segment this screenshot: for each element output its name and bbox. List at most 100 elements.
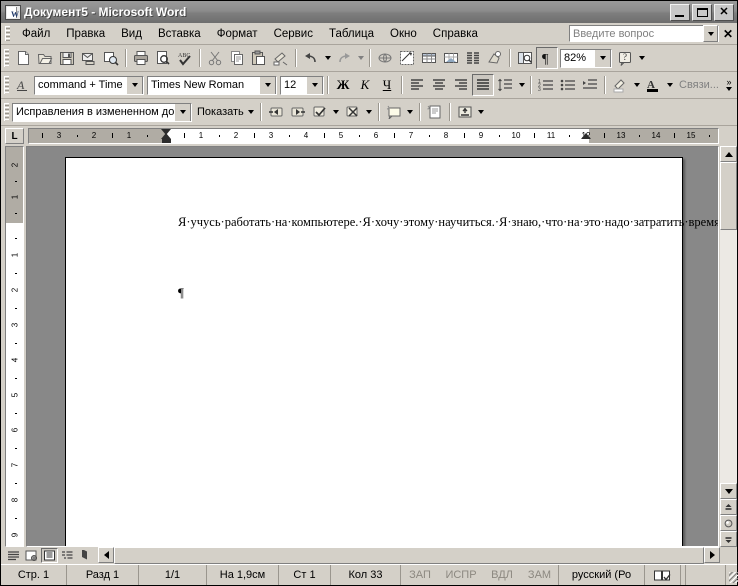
tables-and-borders-icon[interactable] bbox=[396, 47, 418, 69]
new-comment-icon[interactable] bbox=[383, 101, 405, 123]
maximize-button[interactable] bbox=[692, 3, 712, 21]
next-change-icon[interactable] bbox=[287, 101, 309, 123]
scroll-right-button[interactable] bbox=[704, 547, 720, 563]
format-painter-icon[interactable] bbox=[270, 47, 292, 69]
document-paragraph[interactable]: Я·учусь·работать·на·компьютере.·Я·хочу·э… bbox=[178, 213, 718, 231]
styles-and-formatting-icon[interactable]: A bbox=[12, 74, 34, 96]
menu-help[interactable]: Справка bbox=[425, 26, 486, 42]
reject-change-dropdown-icon[interactable] bbox=[364, 101, 375, 123]
status-language[interactable]: русский (Ро bbox=[559, 565, 645, 585]
open-folder-icon[interactable] bbox=[34, 47, 56, 69]
normal-view-icon[interactable] bbox=[5, 548, 22, 563]
columns-icon[interactable] bbox=[462, 47, 484, 69]
select-browse-object-icon[interactable] bbox=[720, 515, 737, 531]
previous-change-icon[interactable] bbox=[265, 101, 287, 123]
empty-paragraph-mark[interactable]: ¶ bbox=[178, 285, 184, 301]
font-name-combo[interactable]: Times New Roman bbox=[147, 75, 277, 95]
previous-page-icon[interactable] bbox=[720, 499, 737, 515]
numbered-list-icon[interactable]: 123 bbox=[535, 74, 557, 96]
search-icon[interactable] bbox=[100, 47, 122, 69]
toolbar-options-icon[interactable] bbox=[636, 47, 647, 69]
insert-excel-sheet-icon[interactable] bbox=[440, 47, 462, 69]
cut-scissors-icon[interactable] bbox=[204, 47, 226, 69]
show-menu-button[interactable]: Показать bbox=[194, 102, 257, 122]
horizontal-scrollbar[interactable] bbox=[98, 547, 720, 564]
ask-a-question-box[interactable]: Введите вопрос bbox=[569, 25, 719, 42]
menu-table[interactable]: Таблица bbox=[321, 26, 382, 42]
spelling-check-icon[interactable]: ABC bbox=[174, 47, 196, 69]
ask-a-question-dropdown-icon[interactable] bbox=[703, 25, 718, 42]
paste-clipboard-icon[interactable] bbox=[248, 47, 270, 69]
scroll-up-button[interactable] bbox=[720, 146, 737, 162]
underline-button[interactable]: Ч bbox=[376, 74, 398, 96]
accept-change-icon[interactable] bbox=[309, 101, 331, 123]
left-indent-marker[interactable] bbox=[162, 139, 171, 143]
increase-indent-icon[interactable] bbox=[579, 74, 601, 96]
insert-table-icon[interactable] bbox=[418, 47, 440, 69]
vertical-scroll-track[interactable] bbox=[720, 162, 737, 483]
accept-change-dropdown-icon[interactable] bbox=[331, 101, 342, 123]
help-icon[interactable]: ? bbox=[614, 47, 636, 69]
font-size-combo[interactable]: 12 bbox=[280, 75, 324, 95]
right-indent-marker[interactable] bbox=[581, 133, 591, 139]
horizontal-scroll-thumb[interactable] bbox=[114, 547, 704, 564]
track-changes-icon[interactable] bbox=[454, 101, 476, 123]
save-disk-icon[interactable] bbox=[56, 47, 78, 69]
redo-dropdown-icon[interactable] bbox=[355, 47, 366, 69]
reviewing-pane-icon[interactable] bbox=[424, 101, 446, 123]
print-layout-view-icon[interactable] bbox=[41, 548, 58, 563]
menu-edit[interactable]: Правка bbox=[58, 26, 113, 42]
menu-tools[interactable]: Сервис bbox=[266, 26, 321, 42]
spelling-status-icon[interactable] bbox=[645, 565, 681, 585]
reject-change-icon[interactable] bbox=[342, 101, 364, 123]
align-justify-icon[interactable] bbox=[472, 74, 494, 96]
minimize-button[interactable] bbox=[670, 3, 690, 21]
align-center-icon[interactable] bbox=[428, 74, 450, 96]
copy-icon[interactable] bbox=[226, 47, 248, 69]
bold-button[interactable]: Ж bbox=[332, 74, 354, 96]
document-page[interactable]: Я·учусь·работать·на·компьютере.·Я·хочу·э… bbox=[65, 157, 718, 546]
status-rec[interactable]: ЗАП bbox=[401, 565, 439, 585]
line-spacing-dropdown-icon[interactable] bbox=[516, 74, 527, 96]
close-button[interactable]: ✕ bbox=[714, 3, 734, 21]
align-right-icon[interactable] bbox=[450, 74, 472, 96]
font-size-dropdown-icon[interactable] bbox=[306, 76, 323, 94]
status-ext[interactable]: ВДЛ bbox=[483, 565, 521, 585]
italic-button[interactable]: К bbox=[354, 74, 376, 96]
horizontal-ruler[interactable]: 3 2 1 1 2 3 4 5 6 7 8 9 10 11 12 13 14 1… bbox=[28, 128, 719, 144]
display-for-review-combo[interactable]: Исправления в измененном документе bbox=[12, 102, 192, 122]
outline-view-icon[interactable] bbox=[59, 548, 76, 563]
new-comment-dropdown-icon[interactable] bbox=[405, 101, 416, 123]
print-preview-icon[interactable] bbox=[152, 47, 174, 69]
menu-window[interactable]: Окно bbox=[382, 26, 425, 42]
tab-stop-selector[interactable]: L bbox=[5, 128, 24, 144]
email-icon[interactable] bbox=[78, 47, 100, 69]
font-color-dropdown-icon[interactable] bbox=[664, 74, 675, 96]
scroll-left-button[interactable] bbox=[98, 547, 114, 563]
document-map-icon[interactable] bbox=[514, 47, 536, 69]
undo-dropdown-icon[interactable] bbox=[322, 47, 333, 69]
vertical-scrollbar[interactable] bbox=[719, 146, 737, 547]
zoom-dropdown-icon[interactable] bbox=[594, 49, 611, 67]
horizontal-scroll-track[interactable] bbox=[114, 547, 704, 564]
show-formatting-marks-icon[interactable]: ¶ bbox=[536, 47, 558, 69]
standard-toolbar-grip[interactable] bbox=[4, 49, 9, 67]
reading-layout-view-icon[interactable] bbox=[77, 548, 94, 563]
close-document-button[interactable]: ✕ bbox=[719, 27, 737, 41]
bulleted-list-icon[interactable] bbox=[557, 74, 579, 96]
hyperlink-icon[interactable] bbox=[374, 47, 396, 69]
track-changes-dropdown-icon[interactable] bbox=[476, 101, 487, 123]
vertical-ruler[interactable]: 2 1 1 2 3 4 5 6 7 8 9 bbox=[5, 146, 24, 547]
font-color-icon[interactable]: A bbox=[642, 74, 664, 96]
toolbar-overflow-icon[interactable]: » bbox=[723, 78, 735, 91]
style-dropdown-icon[interactable] bbox=[126, 76, 143, 94]
status-trk[interactable]: ИСПР bbox=[439, 565, 483, 585]
font-name-dropdown-icon[interactable] bbox=[259, 76, 276, 94]
resize-grip[interactable] bbox=[726, 565, 738, 585]
menu-file[interactable]: Файл bbox=[14, 26, 58, 42]
print-icon[interactable] bbox=[130, 47, 152, 69]
menu-format[interactable]: Формат bbox=[209, 26, 266, 42]
menu-insert[interactable]: Вставка bbox=[150, 26, 209, 42]
style-combo[interactable]: command + Time bbox=[34, 75, 144, 95]
menu-bar-grip[interactable] bbox=[5, 26, 10, 41]
